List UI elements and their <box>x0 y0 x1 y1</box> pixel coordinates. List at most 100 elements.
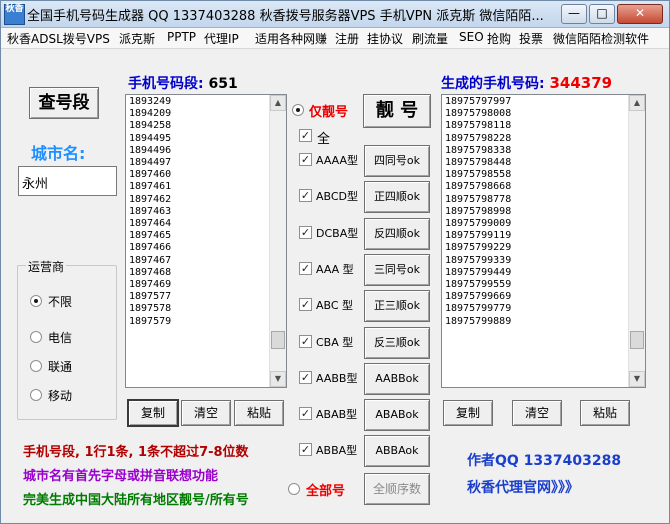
menu-item-wechat-checker[interactable]: 微信陌陌检测软件 <box>553 30 649 47</box>
only-pretty-radio[interactable] <box>292 104 304 116</box>
generated-list-item[interactable]: 18975799669 <box>445 291 511 303</box>
segments-copy-button[interactable]: 复制 <box>127 399 179 427</box>
generated-list-item[interactable]: 18975798998 <box>445 206 511 218</box>
pattern-checkbox[interactable]: ✓ <box>299 298 312 311</box>
pattern-button[interactable]: 正三顺ok <box>364 290 430 322</box>
segment-list-item[interactable]: 1897466 <box>129 242 171 254</box>
pattern-button[interactable]: AABBok <box>364 363 430 395</box>
generated-list-item[interactable]: 18975799339 <box>445 255 511 267</box>
segment-list-item[interactable]: 1897460 <box>129 169 171 181</box>
generated-paste-button[interactable]: 粘贴 <box>580 400 630 426</box>
scroll-up-icon[interactable]: ▲ <box>629 95 645 111</box>
menu-item-vote[interactable]: 投票 <box>519 30 543 47</box>
pattern-button[interactable]: 四同号ok <box>364 145 430 177</box>
pattern-checkbox[interactable]: ✓ <box>299 153 312 166</box>
segments-paste-button[interactable]: 粘贴 <box>234 400 284 426</box>
pretty-number-button[interactable]: 靓 号 <box>363 94 431 128</box>
generated-copy-button[interactable]: 复制 <box>443 400 493 426</box>
generated-list-item[interactable]: 18975799449 <box>445 267 511 279</box>
segment-list-item[interactable]: 1893249 <box>129 96 171 108</box>
carrier-radio-any[interactable] <box>30 295 42 307</box>
generated-scrollbar[interactable]: ▲ ▼ <box>628 95 645 387</box>
generated-list-item[interactable]: 18975798448 <box>445 157 511 169</box>
menu-item-proxy-ip[interactable]: 代理IP <box>204 30 239 47</box>
all-checkbox[interactable]: ✓ <box>299 129 312 142</box>
pattern-checkbox[interactable]: ✓ <box>299 189 312 202</box>
scroll-up-icon[interactable]: ▲ <box>270 95 286 111</box>
minimize-button[interactable]: — <box>561 4 587 24</box>
generated-list-item[interactable]: 18975798338 <box>445 145 511 157</box>
segments-listbox[interactable]: 1893249 1894209 1894258 1894495 1894496 18944… <box>125 94 287 388</box>
all-numbers-radio[interactable] <box>288 483 300 495</box>
segments-clear-button[interactable]: 清空 <box>181 400 231 426</box>
pattern-button[interactable]: 三同号ok <box>364 254 430 286</box>
carrier-radio-telecom[interactable] <box>30 331 42 343</box>
pattern-button[interactable]: ABBAok <box>364 435 430 467</box>
menu-item-register[interactable]: 注册 <box>335 30 359 47</box>
segment-list-item[interactable]: 1894495 <box>129 133 171 145</box>
title-bar[interactable]: 秋香 全国手机号码生成器 QQ 1337403288 秋香拨号服务器VPS 手机… <box>1 1 669 28</box>
all-sequence-button[interactable]: 全顺序数 <box>364 473 430 505</box>
scroll-thumb[interactable] <box>630 331 644 349</box>
pattern-checkbox[interactable]: ✓ <box>299 226 312 239</box>
segment-list-item[interactable]: 1897578 <box>129 303 171 315</box>
generated-clear-button[interactable]: 清空 <box>512 400 562 426</box>
generated-list-item[interactable]: 18975799889 <box>445 316 511 328</box>
segment-list-item[interactable]: 1897465 <box>129 230 171 242</box>
segment-list-item[interactable]: 1897579 <box>129 316 171 328</box>
generated-list-item[interactable]: 18975798558 <box>445 169 511 181</box>
segment-list-item[interactable]: 1894258 <box>129 120 171 132</box>
pattern-button[interactable]: 正四顺ok <box>364 181 430 213</box>
official-site-link[interactable]: 秋香代理官网》》》 <box>467 477 579 497</box>
segment-list-item[interactable]: 1897463 <box>129 206 171 218</box>
pattern-checkbox[interactable]: ✓ <box>299 371 312 384</box>
pattern-checkbox[interactable]: ✓ <box>299 335 312 348</box>
generated-list-item[interactable]: 18975797997 <box>445 96 511 108</box>
segments-scrollbar[interactable]: ▲ ▼ <box>269 95 286 387</box>
menu-item-traffic[interactable]: 刷流量 <box>412 30 448 47</box>
generated-list-item[interactable]: 18975799559 <box>445 279 511 291</box>
pattern-button[interactable]: ABABok <box>364 399 430 431</box>
query-segment-button[interactable]: 查号段 <box>29 87 99 119</box>
menu-item-rush-buy[interactable]: 抢购 <box>487 30 511 47</box>
menu-item-pks[interactable]: 派克斯 <box>119 30 155 47</box>
generated-list-item[interactable]: 18975798008 <box>445 108 511 120</box>
menu-item-wangzhuan[interactable]: 适用各种网赚 <box>255 30 327 47</box>
pattern-checkbox[interactable]: ✓ <box>299 262 312 275</box>
segment-list-item[interactable]: 1897462 <box>129 194 171 206</box>
generated-listbox[interactable]: 18975797997 18975798008 18975798118 1897579… <box>441 94 646 388</box>
segment-list-item[interactable]: 1897577 <box>129 291 171 303</box>
generated-list-item[interactable]: 18975799009 <box>445 218 511 230</box>
generated-list-item[interactable]: 18975799779 <box>445 303 511 315</box>
carrier-radio-mobile[interactable] <box>30 389 42 401</box>
segment-list-item[interactable]: 1897461 <box>129 181 171 193</box>
pattern-button[interactable]: 反四顺ok <box>364 218 430 250</box>
carrier-radio-unicom[interactable] <box>30 360 42 372</box>
menu-item-seo[interactable]: SEO <box>459 30 484 44</box>
segment-list-item[interactable]: 1897468 <box>129 267 171 279</box>
pattern-button[interactable]: 反三顺ok <box>364 327 430 359</box>
segment-list-item[interactable]: 1894496 <box>129 145 171 157</box>
city-input[interactable]: 永州 <box>18 166 117 196</box>
pattern-checkbox[interactable]: ✓ <box>299 407 312 420</box>
menu-item-protocol[interactable]: 挂协议 <box>367 30 403 47</box>
generated-list-item[interactable]: 18975798118 <box>445 120 511 132</box>
generated-list-item[interactable]: 18975799119 <box>445 230 511 242</box>
segment-list-item[interactable]: 1897464 <box>129 218 171 230</box>
generated-list-item[interactable]: 18975798228 <box>445 133 511 145</box>
scroll-down-icon[interactable]: ▼ <box>629 371 645 387</box>
scroll-thumb[interactable] <box>271 331 285 349</box>
menu-item-pptp[interactable]: PPTP <box>167 30 196 44</box>
close-button[interactable]: ✕ <box>617 4 663 24</box>
menu-item-vps[interactable]: 秋香ADSL拨号VPS <box>7 30 110 47</box>
segment-list-item[interactable]: 1894497 <box>129 157 171 169</box>
generated-list-item[interactable]: 18975799229 <box>445 242 511 254</box>
segment-list-item[interactable]: 1897467 <box>129 255 171 267</box>
segment-list-item[interactable]: 1894209 <box>129 108 171 120</box>
segment-list-item[interactable]: 1897469 <box>129 279 171 291</box>
generated-list-item[interactable]: 18975798778 <box>445 194 511 206</box>
generated-list-item[interactable]: 18975798668 <box>445 181 511 193</box>
maximize-button[interactable]: □ <box>589 4 615 24</box>
pattern-checkbox[interactable]: ✓ <box>299 443 312 456</box>
scroll-down-icon[interactable]: ▼ <box>270 371 286 387</box>
